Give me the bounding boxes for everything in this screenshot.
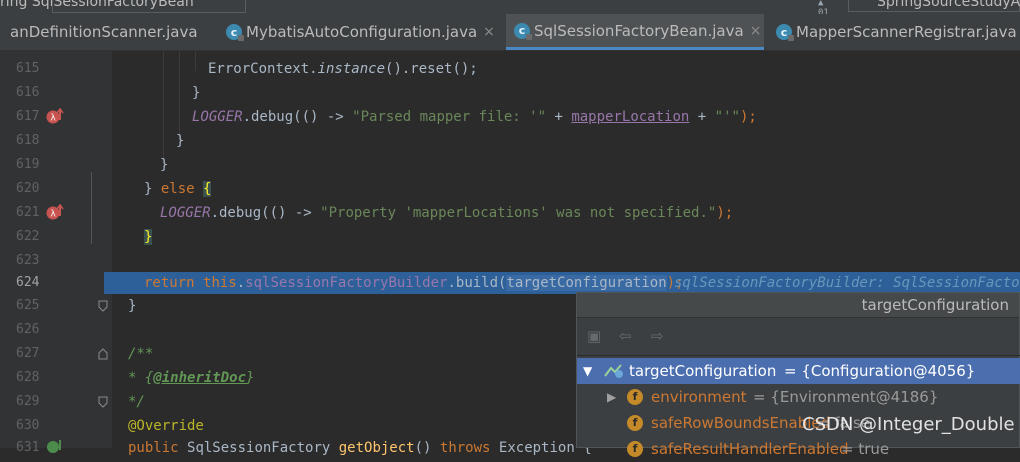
tree-row-target-configuration[interactable]: ▼ targetConfiguration = {Configuration@4… [577,358,1020,384]
class-icon: c [776,24,794,41]
watermark: CSDN @Integer_Double [802,414,1015,435]
line-number: 624 [16,275,40,290]
code-line-617[interactable]: 617 λ LOGGER.debug(() -> "Parsed mapper … [0,105,1020,129]
class-icon: c [226,24,244,41]
code-text: /** [128,346,154,362]
watch-variable-icon [604,364,623,378]
navigation-bar: ring SqlSessionFactoryBean ▲ 01 SpringSou… [0,0,1020,14]
code-text: } [192,85,201,101]
code-text: } [144,229,153,245]
tab-definition-scanner[interactable]: anDefinitionScanner.java [0,14,214,50]
field-icon: f [627,389,643,405]
line-number: 627 [16,346,40,361]
tab-label: anDefinitionScanner.java [10,23,198,41]
line-number: 628 [16,370,40,385]
code-text: } [160,157,169,173]
code-line-618[interactable]: 618 } [0,129,1020,153]
code-line-623[interactable]: 623 [0,249,1020,273]
line-number: 616 [16,85,40,100]
line-number: 615 [16,61,40,76]
code-text: */ [128,394,145,410]
restore-layout-icon[interactable]: ▣ [587,327,601,345]
class-icon: c [514,22,532,40]
commit-icon[interactable]: ▲ 01 [818,0,829,14]
line-number: 623 [16,253,40,268]
line-number: 617 [16,109,40,124]
line-number: 620 [16,181,40,196]
line-number: 626 [16,322,40,337]
svg-text:λ: λ [50,210,56,220]
close-icon[interactable]: × [483,24,495,40]
back-icon[interactable]: ⇦ [619,327,632,345]
popup-toolbar: ▣ ⇦ ⇨ [577,321,1020,353]
inline-debug-value: sqlSessionFactoryBuilder: SqlSessionFact… [674,275,1020,291]
close-icon[interactable]: × [750,23,762,39]
line-number: 618 [16,133,40,148]
lambda-breakpoint-icon[interactable]: λ [46,204,64,222]
fold-icon[interactable] [98,348,108,360]
line-number: 631 [16,440,40,455]
code-text: return this.sqlSessionFactoryBuilder.bui… [144,275,684,291]
code-line-616[interactable]: 616 } [0,81,1020,105]
variable-name: safeResultHandlerEnabled [651,440,849,458]
line-number: 621 [16,205,40,220]
code-line-621[interactable]: 621 λ LOGGER.debug(() -> "Property 'mapp… [0,201,1020,225]
code-line-620[interactable]: 620 } else { [0,177,1020,201]
line-number: 625 [16,298,40,313]
tab-label: SqlSessionFactoryBean.java [534,21,744,40]
tab-mapper-scanner-registrar[interactable]: c MapperScannerRegistrar.java [768,14,1020,50]
tree-row-environment[interactable]: ▶ f environment = {Environment@4186} [577,384,1020,410]
tab-label: MapperScannerRegistrar.java [796,23,1017,41]
code-text: } [128,298,137,314]
variable-value: = {Environment@4186} [753,388,939,406]
code-line-619[interactable]: 619 } [0,153,1020,177]
expand-arrow-icon[interactable]: ▶ [607,384,616,410]
code-text: @Override [128,418,204,434]
fold-icon[interactable] [98,300,108,312]
line-number: 630 [16,418,40,433]
code-line-615[interactable]: 615 ErrorContext.instance().reset(); [0,57,1020,81]
code-text: public SqlSessionFactory getObject() thr… [128,440,592,456]
code-text: } else { [144,181,212,197]
breadcrumb-tab-outline [52,0,246,13]
expand-arrow-icon[interactable]: ▼ [583,358,592,384]
implements-icon[interactable] [46,438,64,456]
tree-row-safe-result-handler[interactable]: f safeResultHandlerEnabled = true [577,436,1020,462]
variable-name: environment [651,388,747,406]
svg-text:λ: λ [50,114,56,124]
code-text: LOGGER.debug(() -> "Property 'mapperLoca… [160,205,734,221]
editor-tab-bar: anDefinitionScanner.java c MybatisAutoCo… [0,14,1020,51]
project-selector[interactable]: SpringSourceStudyA [848,0,1020,12]
line-number: 629 [16,394,40,409]
variable-name: targetConfiguration [629,362,777,380]
code-line-624[interactable]: 624 return this.sqlSessionFactoryBuilder… [0,272,1020,294]
lambda-breakpoint-icon[interactable]: λ [46,108,64,126]
line-number: 619 [16,157,40,172]
popup-title: targetConfiguration [577,293,1019,318]
code-text: * {@inheritDoc} [128,370,255,386]
forward-icon[interactable]: ⇨ [651,327,664,345]
fold-icon[interactable] [98,396,108,408]
line-number: 622 [16,229,40,244]
variable-value: = true [841,440,890,458]
field-icon: f [627,441,643,457]
code-line-622[interactable]: 622 } [0,225,1020,249]
tab-label: MybatisAutoConfiguration.java [246,23,478,41]
tab-mybatis-auto-configuration[interactable]: c MybatisAutoConfiguration.java × [216,14,504,50]
popup-divider [577,355,1020,356]
variable-value: = {Configuration@4056} [784,362,976,380]
tab-sql-session-factory-bean[interactable]: c SqlSessionFactoryBean.java × [506,14,764,50]
code-text: ErrorContext.instance().reset(); [208,61,478,77]
field-icon: f [627,415,643,431]
code-text: } [176,133,185,149]
code-text: LOGGER.debug(() -> "Parsed mapper file: … [192,109,757,125]
